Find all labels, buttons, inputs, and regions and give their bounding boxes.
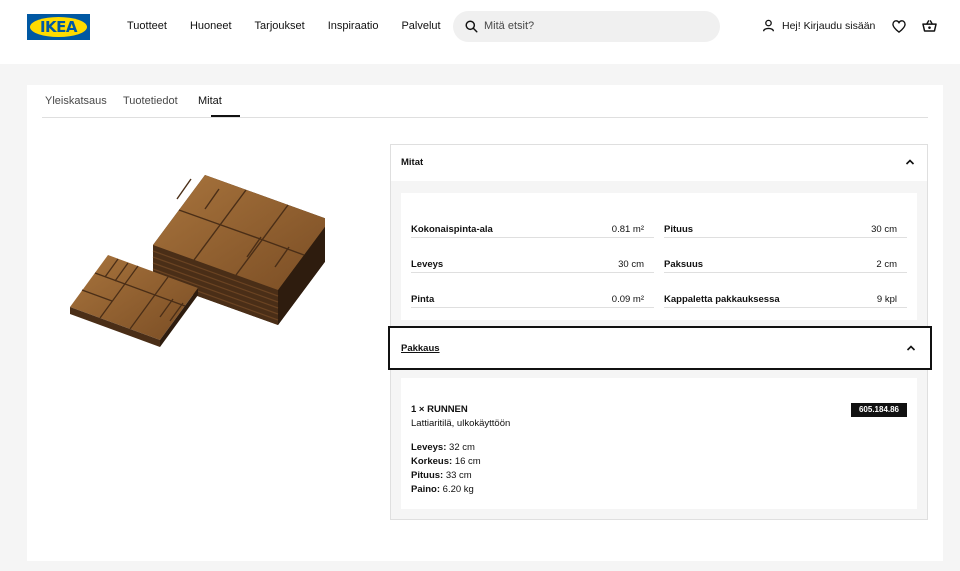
tab-yleiskatsaus[interactable]: Yleiskatsaus xyxy=(45,95,107,107)
dimension-label: Leveys xyxy=(411,259,444,270)
dimension-value: 0.81 m² xyxy=(611,224,644,235)
package-item-description: Lattiaritilä, ulkokäyttöön xyxy=(411,418,511,429)
accordion-title-mitat: Mitat xyxy=(401,157,424,168)
dimension-value: 0.09 m² xyxy=(611,294,644,305)
product-image xyxy=(70,175,325,347)
chevron-up-icon[interactable] xyxy=(905,158,915,166)
dimension-row: Paksuus 2 cm xyxy=(664,238,907,273)
login-label[interactable]: Hej! Kirjaudu sisään xyxy=(782,20,875,32)
main-nav: Tuotteet Huoneet Tarjoukset Inspiraatio … xyxy=(127,20,464,32)
dimension-label: Pituus xyxy=(664,224,694,235)
chevron-up-icon[interactable] xyxy=(906,344,916,352)
accordion-title-pakkaus: Pakkaus xyxy=(401,343,440,354)
package-item-name: 1 × RUNNEN xyxy=(411,404,468,415)
nav-item-tarjoukset[interactable]: Tarjoukset xyxy=(255,20,305,32)
package-spec-label: Paino: xyxy=(411,484,441,495)
login-link[interactable]: Hej! Kirjaudu sisään xyxy=(762,19,875,32)
dimension-label: Paksuus xyxy=(664,259,704,270)
cart-icon[interactable] xyxy=(922,19,937,33)
dimension-value: 30 cm xyxy=(871,224,897,235)
nav-item-tuotteet[interactable]: Tuotteet xyxy=(127,20,167,32)
search-input[interactable]: Mitä etsit? xyxy=(484,20,534,32)
accordion-header-mitat[interactable]: Mitat xyxy=(391,145,927,181)
package-spec: Leveys: 32 cm xyxy=(411,442,475,453)
package-spec-value: 32 cm xyxy=(449,442,475,453)
dimension-label: Kappaletta pakkauksessa xyxy=(664,294,780,305)
user-icon xyxy=(762,19,775,32)
package-spec-value: 6.20 kg xyxy=(442,484,474,495)
search-bar[interactable]: Mitä etsit? xyxy=(453,11,720,42)
tab-tuotetiedot[interactable]: Tuotetiedot xyxy=(123,95,178,107)
dimensions-panel: Mitat Kokonaispinta-ala 0.81 m² Leveys 3… xyxy=(388,144,932,520)
package-spec: Korkeus: 16 cm xyxy=(411,456,481,467)
package-spec: Pituus: 33 cm xyxy=(411,470,472,481)
dimension-value: 30 cm xyxy=(618,259,644,270)
dimension-row: Pinta 0.09 m² xyxy=(411,273,654,308)
active-tab-indicator xyxy=(211,115,240,117)
search-icon xyxy=(465,20,478,33)
heart-icon[interactable] xyxy=(892,20,906,33)
package-spec-value: 33 cm xyxy=(445,470,472,481)
dimension-row: Kappaletta pakkauksessa 9 kpl xyxy=(664,273,907,308)
package-spec-label: Leveys: xyxy=(411,442,447,453)
logo-text: IKEA xyxy=(39,17,78,36)
dimension-value: 9 kpl xyxy=(876,294,897,305)
logo-oval: IKEA xyxy=(30,17,87,37)
dimension-row: Kokonaispinta-ala 0.81 m² xyxy=(411,203,654,238)
package-spec: Paino: 6.20 kg xyxy=(411,484,474,495)
dimension-label: Pinta xyxy=(411,294,435,305)
package-spec-label: Pituus: xyxy=(411,470,444,481)
ikea-logo[interactable]: IKEA xyxy=(27,14,90,40)
dimension-row: Leveys 30 cm xyxy=(411,238,654,273)
dimension-row: Pituus 30 cm xyxy=(664,203,907,238)
nav-item-huoneet[interactable]: Huoneet xyxy=(190,20,232,32)
package-details: 1 × RUNNEN Lattiaritilä, ulkokäyttöön 60… xyxy=(401,378,917,509)
article-number-badge: 605.184.86 xyxy=(851,403,907,417)
dimensions-table: Kokonaispinta-ala 0.81 m² Leveys 30 cm P… xyxy=(401,193,917,320)
nav-item-palvelut[interactable]: Palvelut xyxy=(401,20,440,32)
dimension-value: 2 cm xyxy=(876,259,897,270)
tab-bar: Yleiskatsaus Tuotetiedot Mitat xyxy=(42,85,928,118)
dimension-label: Kokonaispinta-ala xyxy=(411,224,493,235)
site-header: IKEA Tuotteet Huoneet Tarjoukset Inspira… xyxy=(0,0,960,64)
nav-item-inspiraatio[interactable]: Inspiraatio xyxy=(328,20,379,32)
product-details-card: Yleiskatsaus Tuotetiedot Mitat Mitat Kok… xyxy=(27,85,943,561)
package-spec-label: Korkeus: xyxy=(411,456,453,467)
accordion-header-pakkaus[interactable]: Pakkaus xyxy=(388,326,932,370)
tab-mitat[interactable]: Mitat xyxy=(198,95,222,107)
package-spec-value: 16 cm xyxy=(454,456,481,467)
